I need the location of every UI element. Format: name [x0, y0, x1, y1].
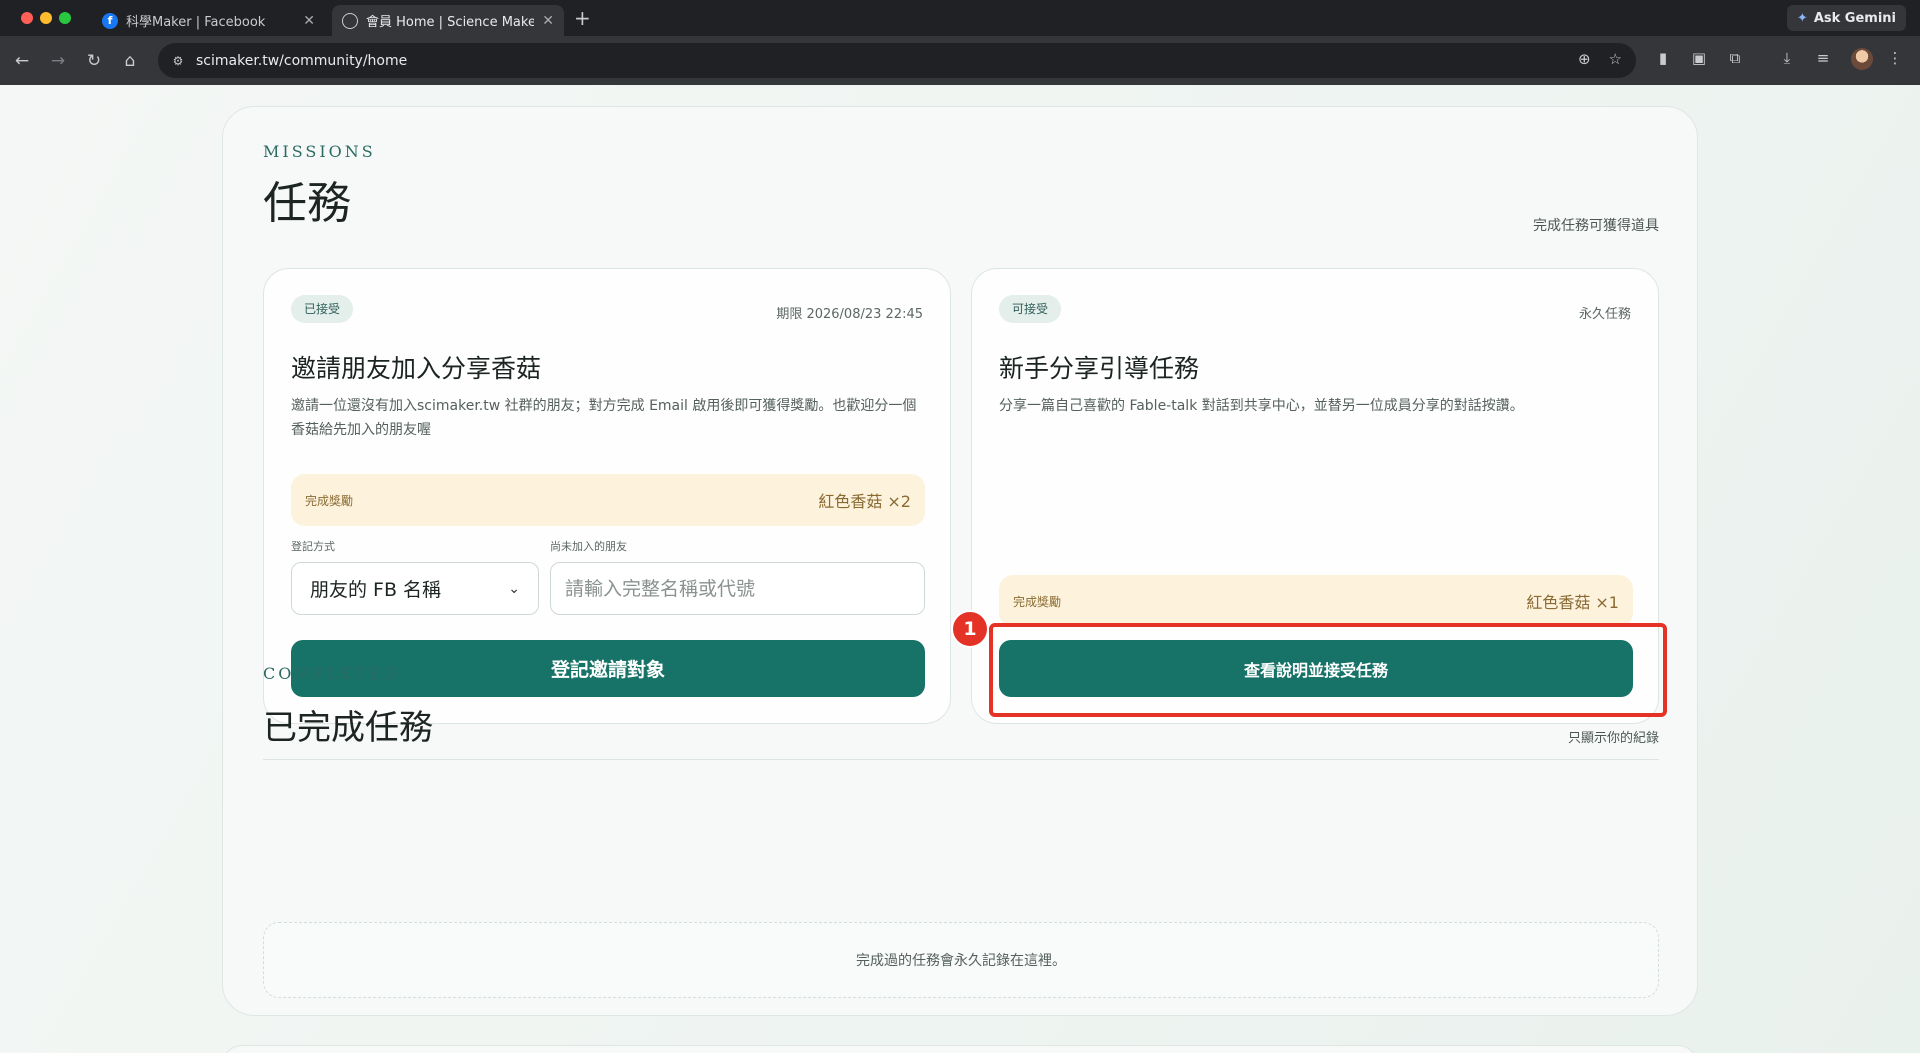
new-tab-button[interactable]: + [574, 6, 591, 30]
step-marker: 1 [951, 610, 989, 648]
back-icon[interactable]: ← [10, 49, 34, 73]
friend-name-input[interactable] [550, 562, 925, 615]
tab-facebook[interactable]: f 科學Maker | Facebook ✕ [92, 5, 325, 36]
globe-icon [342, 12, 358, 29]
method-select-value: 朋友的 FB 名稱 [310, 579, 442, 601]
ask-gemini-button[interactable]: ✦ Ask Gemini [1786, 5, 1906, 31]
reload-icon[interactable]: ↻ [82, 49, 106, 73]
bookmark-star-icon[interactable]: ☆ [1609, 50, 1622, 68]
section-divider [263, 759, 1659, 760]
completed-title: 已完成任務 [263, 708, 433, 748]
url-text: scimaker.tw/community/home [196, 52, 408, 69]
menu-kebab-icon[interactable]: ⋮ [1884, 49, 1906, 67]
gemini-sparkle-icon: ✦ [1796, 10, 1808, 26]
missions-side-note: 完成任務可獲得道具 [1533, 218, 1659, 234]
tab-title: 會員 Home | Science Maker [366, 15, 535, 30]
reward-label: 完成獎勵 [1013, 594, 1062, 609]
missions-title: 任務 [263, 178, 351, 229]
maximize-window-button[interactable] [59, 12, 71, 24]
minimize-window-button[interactable] [40, 12, 52, 24]
missions-panel: MISSIONS 任務 完成任務可獲得道具 已接受 期限 2026/08/23 … [222, 106, 1698, 1016]
reward-box: 完成獎勵 紅色香菇 ×2 [291, 474, 925, 526]
mission-description: 邀請一位還沒有加入scimaker.tw 社群的朋友；對方完成 Email 啟用… [291, 398, 917, 438]
friend-label: 尚未加入的朋友 [550, 540, 627, 553]
mission-title: 邀請朋友加入分享香菇 [291, 354, 542, 383]
completed-empty-state: 完成過的任務會永久記錄在這裡。 [263, 922, 1659, 998]
media-queue-icon[interactable]: ≡ [1812, 49, 1834, 67]
extension-off-icon[interactable]: ▣ [1688, 49, 1710, 67]
reward-box: 完成獎勵 紅色香菇 ×1 [999, 575, 1633, 627]
facebook-icon: f [102, 12, 118, 29]
page-viewport: MISSIONS 任務 完成任務可獲得道具 已接受 期限 2026/08/23 … [0, 85, 1920, 1053]
reward-value: 紅色香菇 ×2 [818, 492, 911, 511]
home-icon[interactable]: ⌂ [118, 49, 142, 73]
method-label: 登記方式 [291, 540, 335, 553]
extension-icon[interactable]: ▮ [1652, 49, 1674, 67]
status-badge: 已接受 [291, 295, 354, 323]
reward-label: 完成獎勵 [305, 493, 354, 508]
close-window-button[interactable] [21, 12, 33, 24]
method-select[interactable]: 朋友的 FB 名稱 ⌄ [291, 562, 539, 615]
missions-eyebrow: MISSIONS [263, 142, 376, 161]
reward-value: 紅色香菇 ×1 [1526, 593, 1619, 612]
browser-tab-strip: f 科學Maker | Facebook ✕ 會員 Home | Science… [0, 0, 1920, 36]
profile-avatar[interactable] [1851, 48, 1873, 70]
forward-icon[interactable]: → [46, 49, 70, 73]
status-badge: 可接受 [999, 295, 1062, 323]
download-icon[interactable]: ⤓ [1776, 49, 1798, 67]
close-icon[interactable]: ✕ [303, 13, 315, 29]
mission-card-invite: 已接受 期限 2026/08/23 22:45 邀請朋友加入分享香菇 邀請一位還… [263, 268, 951, 724]
chevron-down-icon: ⌄ [508, 580, 520, 597]
address-bar[interactable]: ⚙ scimaker.tw/community/home ⊕ ☆ [158, 43, 1636, 78]
zoom-icon[interactable]: ⊕ [1578, 50, 1591, 68]
extensions-puzzle-icon[interactable]: ⧉ [1724, 49, 1746, 67]
next-panel [222, 1045, 1698, 1053]
tab-title: 科學Maker | Facebook [126, 15, 266, 30]
deadline-text: 期限 2026/08/23 22:45 [776, 307, 923, 322]
close-icon[interactable]: ✕ [542, 13, 554, 29]
completed-side-note: 只顯示你的紀錄 [1567, 731, 1659, 746]
mission-title: 新手分享引導任務 [999, 354, 1200, 383]
completed-eyebrow: COMPLETED [263, 664, 400, 683]
browser-toolbar: ← → ↻ ⌂ ⚙ scimaker.tw/community/home ⊕ ☆… [0, 36, 1920, 85]
tab-science-maker[interactable]: 會員 Home | Science Maker ✕ [332, 5, 564, 36]
site-info-icon[interactable]: ⚙ [168, 51, 188, 71]
mission-duration-text: 永久任務 [1578, 307, 1631, 322]
highlight-box [989, 623, 1667, 717]
mission-description: 分享一篇自己喜歡的 Fable-talk 對話到共享中心，並替另一位成員分享的對… [999, 398, 1524, 414]
ask-gemini-label: Ask Gemini [1813, 10, 1896, 26]
